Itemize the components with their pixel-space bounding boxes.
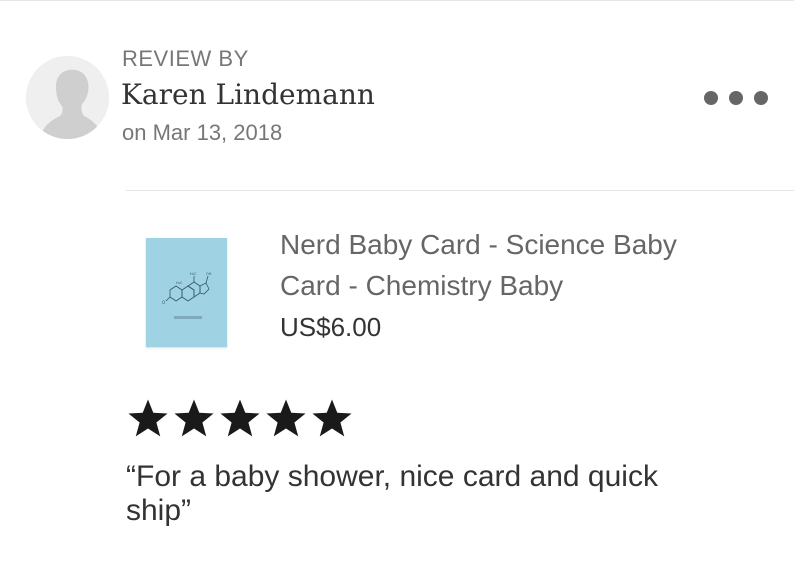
more-options-button[interactable] xyxy=(704,85,768,111)
more-dot-icon xyxy=(754,91,768,105)
top-divider xyxy=(0,0,794,1)
star-filled-icon xyxy=(126,398,170,440)
review-text: “For a baby shower, nice card and quick … xyxy=(126,460,658,527)
svg-text:H₃C: H₃C xyxy=(176,281,183,285)
star-filled-icon xyxy=(172,398,216,440)
star-rating xyxy=(126,398,354,440)
reviewer-name[interactable]: Karen Lindemann xyxy=(121,78,375,112)
more-dot-icon xyxy=(729,91,743,105)
product-thumbnail[interactable]: O OH H₃C H₃C xyxy=(146,238,227,347)
svg-text:OH: OH xyxy=(206,272,212,276)
molecule-card-image: O OH H₃C H₃C xyxy=(146,238,227,347)
section-divider xyxy=(126,190,794,191)
review-by-label: REVIEW BY xyxy=(122,46,249,71)
star-filled-icon xyxy=(264,398,308,440)
more-dot-icon xyxy=(704,91,718,105)
review-date: on Mar 13, 2018 xyxy=(122,120,283,145)
default-avatar-icon xyxy=(26,56,109,139)
svg-text:H₃C: H₃C xyxy=(190,272,197,276)
reviewer-avatar[interactable] xyxy=(26,56,109,139)
product-title-link[interactable]: Nerd Baby Card - Science Baby Card - Che… xyxy=(280,224,740,306)
star-filled-icon xyxy=(218,398,262,440)
product-price: US$6.00 xyxy=(280,312,382,342)
star-filled-icon xyxy=(310,398,354,440)
svg-text:O: O xyxy=(162,300,165,305)
